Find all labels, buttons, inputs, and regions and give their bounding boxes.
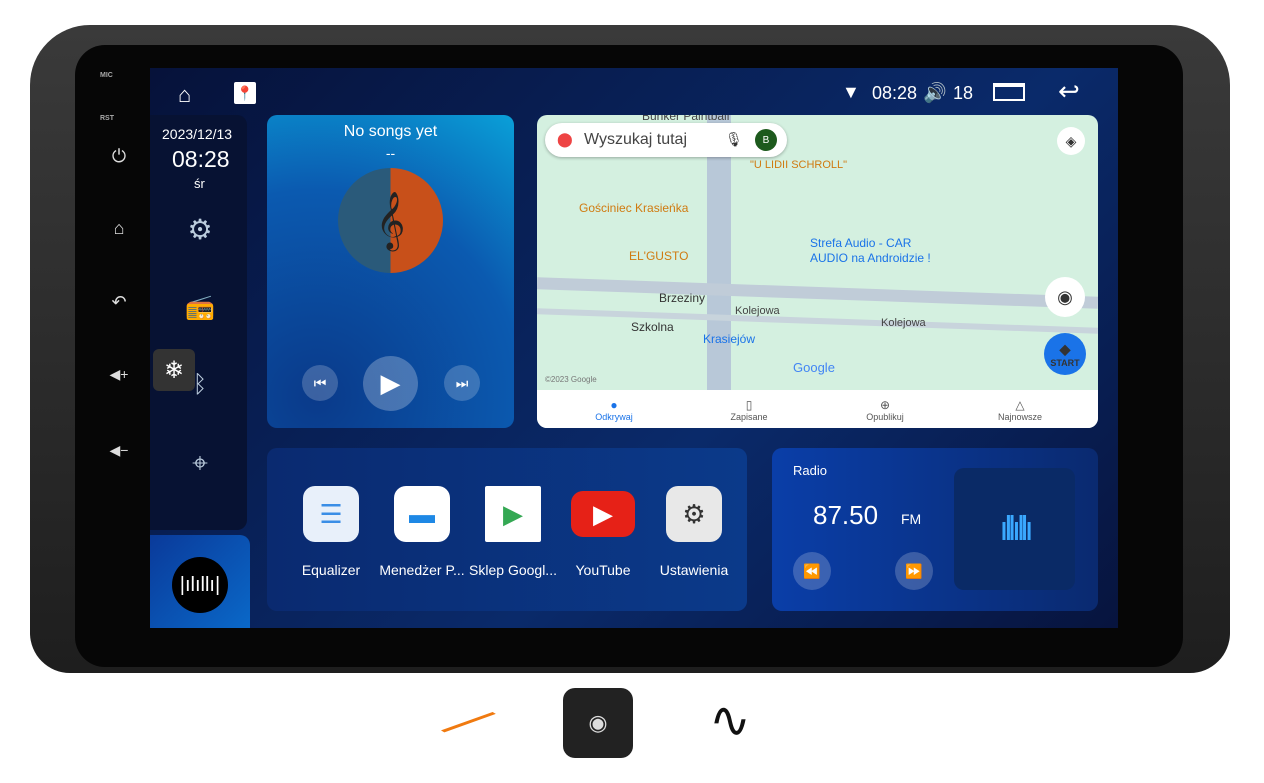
mic-label: MIC bbox=[100, 72, 113, 79]
back-arrow-icon[interactable]: ↩ bbox=[1058, 76, 1080, 107]
youtube-icon: ▶ bbox=[571, 491, 635, 537]
folder-icon: ▬ bbox=[394, 486, 450, 542]
volume-icon[interactable]: 🔊 bbox=[923, 81, 947, 105]
map-copyright: ©2023 Google bbox=[545, 375, 597, 384]
map-label: Kolejowa bbox=[735, 305, 780, 317]
settings-icon: ⚙ bbox=[666, 486, 722, 542]
start-label: START bbox=[1050, 357, 1080, 368]
radio-waveform-icon: ıllıllı bbox=[954, 468, 1075, 590]
map-label[interactable]: "U LIDII SCHROLL" bbox=[750, 159, 847, 171]
play-store-icon: ▶ bbox=[485, 486, 541, 542]
start-navigation-button[interactable]: ◆ START bbox=[1044, 333, 1086, 375]
map-bottom-nav: ● Odkrywaj ▯ Zapisane ⊕ Opublikuj △ Najnowsz… bbox=[537, 390, 1098, 428]
map-search-input[interactable]: Wyszukaj tutaj bbox=[584, 131, 687, 149]
directions-icon: ◆ bbox=[1059, 340, 1071, 357]
map-widget[interactable]: Bunker Paintball "U LIDII SCHROLL" Gości… bbox=[537, 115, 1098, 428]
music-widget: No songs yet -- 𝄞 ⏮ ▶ ⏭ bbox=[267, 115, 514, 428]
volume-level: 18 bbox=[953, 83, 974, 103]
next-track-icon[interactable]: ⏭ bbox=[444, 365, 480, 401]
microphone-icon[interactable]: 🎙 bbox=[725, 131, 743, 148]
nav-zapisane[interactable]: ▯ Zapisane bbox=[699, 398, 799, 422]
radio-frequency: 87.50 bbox=[813, 500, 879, 530]
pry-tool-accessory: ⟋ bbox=[435, 685, 501, 760]
road bbox=[537, 277, 1098, 309]
status-time: 08:28 bbox=[872, 83, 918, 103]
album-art-treble-clef-icon: 𝄞 bbox=[338, 168, 443, 273]
app-label: Ustawienia bbox=[659, 562, 729, 578]
map-label: Szkolna bbox=[631, 320, 674, 334]
wifi-icon: ▼ bbox=[842, 82, 860, 102]
radio-widget[interactable]: Radio 87.50 FM ⏪ ⏩ ıllıllı bbox=[772, 448, 1098, 611]
sidebar-time: 08:28 bbox=[172, 146, 230, 172]
song-title: No songs yet bbox=[343, 123, 438, 140]
radio-band: FM bbox=[901, 511, 922, 527]
app-youtube[interactable]: ▶ YouTube bbox=[558, 486, 648, 578]
microphone-cable-accessory: ∿ bbox=[709, 692, 751, 748]
map-label: Bunker Paintball bbox=[642, 115, 730, 123]
app-label: YouTube bbox=[575, 562, 631, 578]
app-equalizer[interactable]: ☰ Equalizer bbox=[286, 486, 376, 578]
power-icon[interactable]: ⏻ bbox=[105, 146, 133, 167]
app-play-store[interactable]: ▶ Sklep Googl... bbox=[468, 486, 558, 578]
equalizer-icon: ☰ bbox=[303, 486, 359, 542]
recent-apps-icon[interactable] bbox=[993, 83, 1025, 101]
map-label[interactable]: Strefa Audio - CAR AUDIO na Androidzie ! bbox=[810, 236, 950, 266]
google-logo: Google bbox=[793, 360, 835, 375]
sidebar-weekday: śr bbox=[194, 176, 205, 191]
apps-dock: ☰ Equalizer ▬ Menedżer P... ▶ Sklep Googl..… bbox=[267, 448, 747, 611]
app-label: Sklep Googl... bbox=[469, 562, 557, 578]
app-label: Menedżer P... bbox=[379, 562, 465, 578]
back-icon[interactable]: ↶ bbox=[105, 292, 133, 313]
road bbox=[537, 308, 1098, 334]
map-label: Brzeziny bbox=[659, 291, 706, 305]
app-file-manager[interactable]: ▬ Menedżer P... bbox=[377, 486, 467, 578]
my-location-icon[interactable]: ◉ bbox=[1045, 277, 1085, 317]
nav-label: Opublikuj bbox=[866, 412, 904, 422]
seek-forward-icon[interactable]: ⏩ bbox=[895, 552, 933, 590]
account-avatar[interactable]: B bbox=[755, 129, 777, 151]
play-icon[interactable]: ▶ bbox=[363, 356, 418, 411]
volume-up-icon[interactable]: ◀+ bbox=[105, 366, 133, 383]
settings-gear-icon[interactable]: ⚙ bbox=[180, 213, 220, 246]
map-label: Kolejowa bbox=[881, 317, 926, 329]
map-label[interactable]: EL'GUSTO bbox=[629, 249, 688, 263]
volume-down-icon[interactable]: ◀− bbox=[105, 442, 133, 459]
layers-icon[interactable]: ◈ bbox=[1057, 127, 1085, 155]
rst-label: RST bbox=[100, 115, 114, 122]
nav-opublikuj[interactable]: ⊕ Opublikuj bbox=[835, 398, 935, 422]
nav-odkrywaj[interactable]: ● Odkrywaj bbox=[564, 398, 664, 422]
rear-camera-accessory: ◉ bbox=[563, 688, 633, 758]
voice-panel: |ılıllı| bbox=[150, 535, 250, 628]
app-label: Equalizer bbox=[301, 562, 361, 578]
location-icon[interactable]: ⌖ bbox=[180, 447, 220, 480]
home-outline-icon[interactable]: ⌂ bbox=[178, 82, 191, 108]
waveform-icon[interactable]: |ılıllı| bbox=[172, 557, 228, 613]
plus-circle-icon: ⊕ bbox=[879, 398, 891, 412]
song-artist: -- bbox=[385, 145, 396, 161]
bell-icon: △ bbox=[1015, 398, 1025, 412]
previous-track-icon[interactable]: ⏮ bbox=[302, 365, 338, 401]
map-search-bar[interactable]: ⬤ Wyszukaj tutaj 🎙 B bbox=[545, 123, 787, 157]
sidebar: 2023/12/13 08:28 śr ⚙ 📻 ᛒ ⌖ bbox=[150, 115, 247, 530]
sidebar-date: 2023/12/13 bbox=[162, 126, 233, 142]
nav-label: Najnowsze bbox=[997, 412, 1043, 422]
maps-shortcut-icon[interactable]: 📍 bbox=[234, 82, 256, 104]
snowflake-icon[interactable]: ❄ bbox=[153, 349, 195, 391]
app-settings[interactable]: ⚙ Ustawienia bbox=[649, 486, 739, 578]
map-label[interactable]: Gościniec Krasieńka bbox=[579, 201, 688, 215]
nav-label: Zapisane bbox=[730, 412, 768, 422]
map-label[interactable]: Krasiejów bbox=[703, 332, 755, 346]
seek-back-icon[interactable]: ⏪ bbox=[793, 552, 831, 590]
radio-icon[interactable]: 📻 bbox=[180, 293, 220, 322]
nav-najnowsze[interactable]: △ Najnowsze bbox=[970, 398, 1070, 422]
head-unit-screen: ⌂ 📍 ▼ 08:28 🔊 18 ↩ 2023/12/13 08:28 śr ⚙… bbox=[150, 68, 1118, 628]
radio-title: Radio bbox=[793, 463, 827, 478]
nav-label: Odkrywaj bbox=[595, 412, 633, 422]
pin-icon: ● bbox=[610, 398, 618, 412]
maps-pin-icon: ⬤ bbox=[557, 131, 573, 147]
bookmark-icon: ▯ bbox=[745, 398, 753, 412]
home-icon[interactable]: ⌂ bbox=[105, 218, 133, 239]
